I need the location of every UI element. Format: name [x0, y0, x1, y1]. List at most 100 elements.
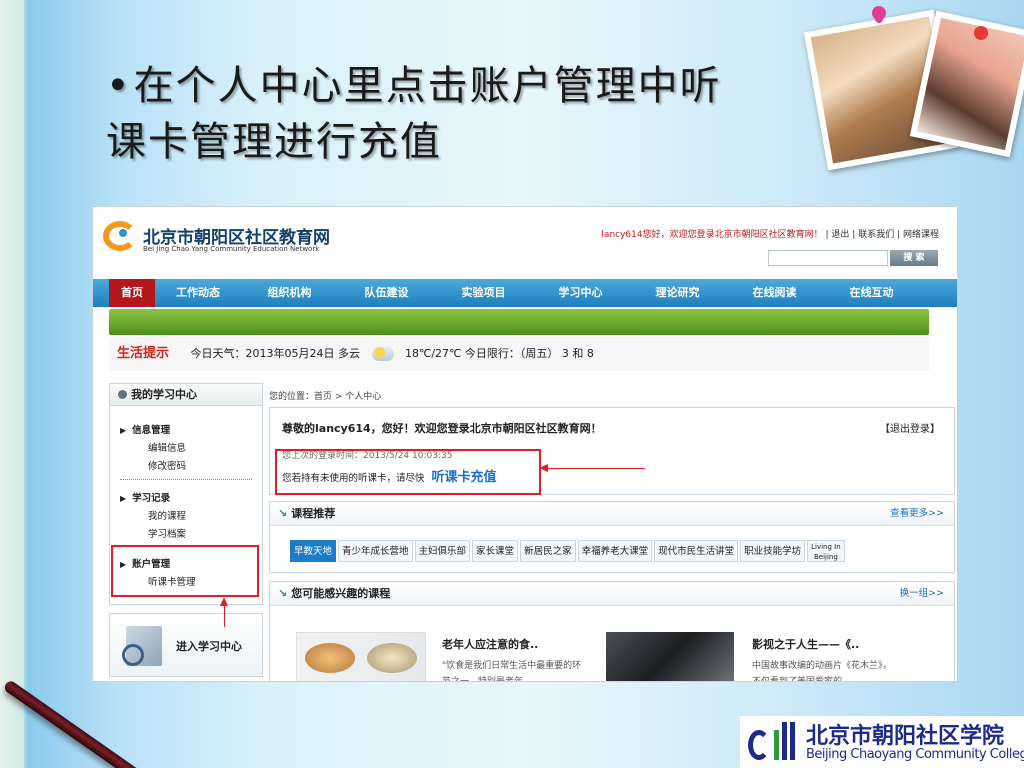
tab-parent-class[interactable]: 家长课堂 [472, 540, 519, 562]
tab-vocational-skills[interactable]: 职业技能学坊 [740, 540, 806, 562]
nav-online-reading[interactable]: 在线阅读 [726, 279, 823, 307]
emblem-arc [748, 730, 770, 760]
left-decorative-strip [0, 0, 24, 768]
arrow-up-icon [220, 597, 228, 606]
pushpin-icon [974, 26, 988, 40]
contact-link[interactable]: 联系我们 [858, 230, 894, 240]
title-line-2: 课卡管理进行充值 [106, 119, 442, 165]
welcome-message: 尊敬的lancy614，您好！欢迎您登录北京市朝阳区社区教育网！ [282, 422, 602, 435]
nav-work-news[interactable]: 工作动态 [155, 279, 241, 307]
banner-band [109, 309, 929, 335]
course-title[interactable]: 影视之于人生——《.. [752, 636, 859, 652]
site-header: 北京市朝阳区社区教育网 Bei Jing Chao Yang Community… [93, 207, 957, 279]
tab-small-line-1: Living In [811, 543, 841, 551]
college-name-en: Beijing Chaoyang Community College [806, 747, 1024, 762]
site-subtitle: Bei Jing Chao Yang Community Education N… [143, 245, 320, 253]
college-name-cn: 北京市朝阳社区学院 [806, 724, 1005, 749]
logout-link[interactable]: 退出 [831, 230, 849, 240]
view-more-link[interactable]: 查看更多>> [890, 502, 944, 526]
emblem-bar [774, 730, 779, 760]
group-title-text: 学习记录 [132, 493, 171, 504]
search-button[interactable]: 搜 索 [890, 250, 938, 266]
sidebar-title-text: 我的学习中心 [131, 388, 197, 401]
logout-button[interactable]: 【退出登录】 [880, 420, 940, 435]
nav-organization[interactable]: 组织机构 [241, 279, 338, 307]
interest-courses-panel: ↘ 您可能感兴趣的课程 换一组>> 老年人应注意的食.. "饮食是我们日常生活中最… [269, 581, 955, 682]
sidebar-group-title[interactable]: ▶ 信息管理 [120, 422, 256, 440]
tab-elderly-class[interactable]: 幸福养老大课堂 [577, 540, 653, 562]
nav-experiment-projects[interactable]: 实验项目 [435, 279, 532, 307]
tab-housewife-club[interactable]: 主妇俱乐部 [414, 540, 471, 562]
title-bullet: • [106, 63, 132, 109]
course-description: "饮食是我们日常生活中最重要的环节之一，特别是老年 [442, 661, 582, 682]
breadcrumb: 您的位置：首页 > 个人中心 [269, 392, 382, 402]
sidebar-title: 我的学习中心 [110, 384, 262, 406]
search-input[interactable] [768, 250, 888, 266]
course-recommend-title: 课程推荐 [291, 507, 336, 520]
title-line-1: 在个人中心里点击账户管理中听 [133, 63, 722, 109]
emblem-bar [782, 722, 787, 760]
nav-theory-research[interactable]: 理论研究 [629, 279, 726, 307]
traffic-restriction-text: 18℃/27℃ 今日限行：（周五） 3 和 8 [405, 347, 594, 360]
course-title[interactable]: 老年人应注意的食.. [442, 636, 538, 652]
college-logo: 北京市朝阳社区学院 Beijing Chaoyang Community Col… [740, 716, 1024, 768]
sidebar-item-my-courses[interactable]: 我的课程 [120, 508, 256, 526]
hook-arrow-icon: ↘ [278, 587, 288, 600]
tab-citizen-lecture[interactable]: 现代市民生活讲堂 [654, 540, 739, 562]
magnifier-document-icon [122, 626, 162, 666]
course-recommend-panel: ↘ 课程推荐 查看更多>> 早教天地 青少年成长营地 主妇俱乐部 家长课堂 新居民… [269, 501, 955, 573]
nav-team-building[interactable]: 队伍建设 [338, 279, 435, 307]
sidebar-group-title[interactable]: ▶ 学习记录 [120, 490, 256, 508]
sidebar-group-info: ▶ 信息管理 编辑信息 修改密码 [120, 422, 256, 476]
sidebar-group-learning-record: ▶ 学习记录 我的课程 学习档案 [120, 490, 256, 544]
food-course-thumbnail[interactable] [296, 632, 426, 681]
sidebar-item-learning-archive[interactable]: 学习档案 [120, 526, 256, 544]
website-screenshot: 北京市朝阳区社区教育网 Bei Jing Chao Yang Community… [92, 206, 958, 682]
cloudy-weather-icon [371, 347, 394, 361]
annotation-arrow-line [224, 605, 225, 627]
tab-early-education[interactable]: 早教天地 [290, 540, 337, 562]
triangle-right-icon: ▶ [120, 494, 127, 503]
course-recommend-header: ↘ 课程推荐 查看更多>> [270, 502, 954, 526]
annotation-arrow-line [547, 468, 645, 469]
top-links: lancy614您好，欢迎您登录北京市朝阳区社区教育网！ | 退出 | 联系我们… [601, 227, 939, 240]
main-nav: 首页 工作动态 组织机构 队伍建设 实验项目 学习中心 理论研究 在线阅读 在线… [93, 279, 957, 307]
fountain-pen-icon [2, 679, 174, 768]
online-course-link[interactable]: 网络课程 [903, 230, 939, 240]
life-tip-bar: 生活提示 今日天气：2013年05月24日 多云 18℃/27℃ 今日限行：（周… [109, 337, 929, 371]
college-emblem-icon [748, 722, 802, 764]
tab-small-line-2: Beijing [813, 553, 838, 561]
triangle-right-icon: ▶ [120, 426, 127, 435]
user-greeting: lancy614您好，欢迎您登录北京市朝阳区社区教育网！ [601, 230, 823, 240]
arrow-left-icon [539, 464, 548, 472]
nav-learning-center[interactable]: 学习中心 [532, 279, 629, 307]
nav-online-interaction[interactable]: 在线互动 [823, 279, 920, 307]
girl-photo-image [916, 17, 1024, 151]
emblem-bar [790, 722, 795, 760]
sidebar-item-change-password[interactable]: 修改密码 [120, 458, 256, 476]
site-logo-icon[interactable] [103, 221, 137, 251]
refresh-group-link[interactable]: 换一组>> [900, 582, 944, 606]
course-description: 中国故事改编的动画片《花木兰》，不仅看到了美国爱家的 [752, 661, 892, 682]
interest-courses-header: ↘ 您可能感兴趣的课程 换一组>> [270, 582, 954, 606]
film-course-thumbnail[interactable] [606, 632, 734, 681]
slide-title: •在个人中心里点击账户管理中听 课卡管理进行充值 [106, 58, 846, 170]
divider [120, 479, 252, 480]
interest-courses-title: 您可能感兴趣的课程 [291, 587, 391, 600]
course-category-tabs: 早教天地 青少年成长营地 主妇俱乐部 家长课堂 新居民之家 幸福养老大课堂 现代… [290, 540, 847, 562]
enter-learning-center-button[interactable]: 进入学习中心 [109, 613, 263, 677]
nav-home[interactable]: 首页 [109, 279, 155, 307]
tab-new-resident-home[interactable]: 新居民之家 [520, 540, 576, 562]
pushpin-icon [872, 6, 886, 20]
hook-arrow-icon: ↘ [278, 507, 288, 520]
highlight-box-account [111, 545, 259, 597]
circle-bullet-icon [118, 390, 127, 399]
weather-text: 今日天气：2013年05月24日 多云 [190, 347, 360, 360]
group-title-text: 信息管理 [132, 425, 171, 436]
tip-label: 生活提示 [117, 346, 170, 361]
tab-youth-camp[interactable]: 青少年成长营地 [338, 540, 413, 562]
highlight-box-recharge [275, 449, 541, 495]
enter-learning-center-label: 进入学习中心 [176, 640, 242, 653]
tab-living-in-beijing[interactable]: Living In Beijing [807, 540, 845, 562]
sidebar-item-edit-info[interactable]: 编辑信息 [120, 440, 256, 458]
